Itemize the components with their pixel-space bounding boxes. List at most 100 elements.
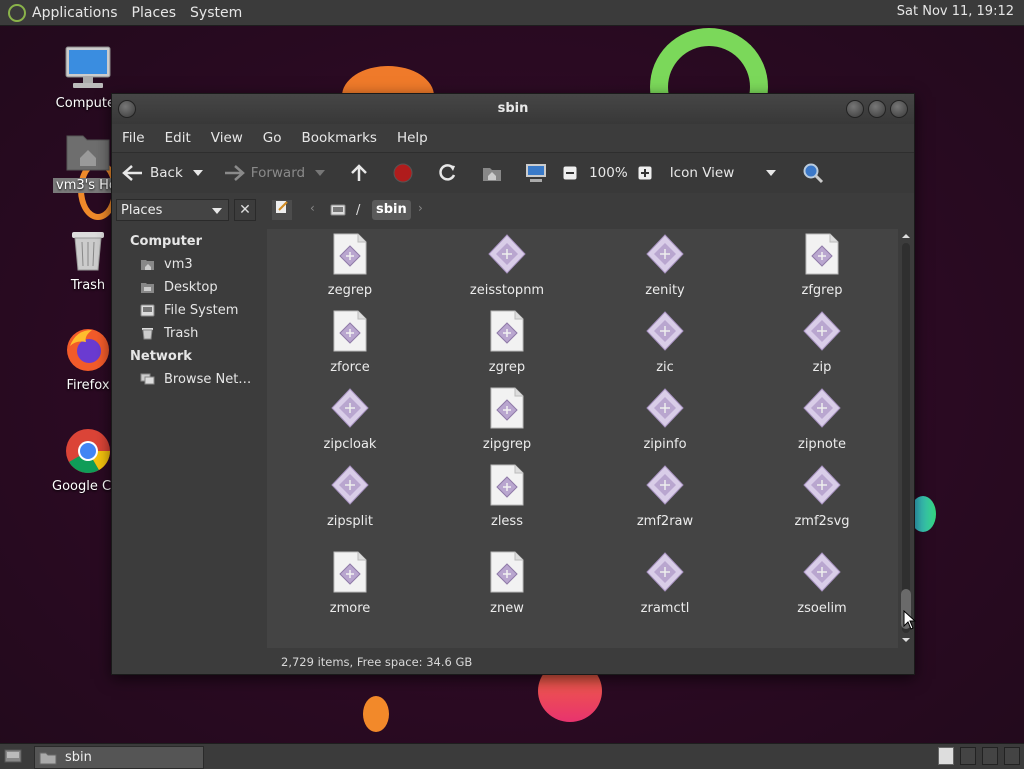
stop-button[interactable] [393,163,419,183]
scroll-up-arrow-icon[interactable] [899,231,913,241]
file-item[interactable]: zmf2svg [762,464,882,529]
chrome-icon [66,429,110,473]
vertical-scrollbar[interactable] [899,229,913,648]
back-history-dropdown[interactable] [192,169,209,177]
path-root-label: / [356,202,361,218]
window-titlebar[interactable]: sbin [112,94,914,124]
file-item[interactable]: zsoelim [762,551,882,616]
clock[interactable]: Sat Nov 11, 19:12 [897,4,1014,19]
path-current-button[interactable]: sbin [372,200,411,220]
menu-view[interactable]: View [211,130,243,146]
back-button[interactable]: Back [122,164,183,182]
sidebar-type-select[interactable]: Places [116,199,229,221]
desktop-folder-icon [141,283,154,293]
menu-help[interactable]: Help [397,130,428,146]
file-name: zsoelim [797,601,847,616]
close-sidebar-button[interactable]: ✕ [234,199,256,221]
workspace-switcher-1[interactable] [938,747,954,765]
file-item[interactable]: zipcloak [290,387,410,452]
file-manager-window: sbin File Edit View Go Bookmarks Help Ba… [111,93,915,675]
executable-icon [803,388,841,428]
panel-logo-icon[interactable] [8,3,26,22]
workspace-switcher-2[interactable] [960,747,976,765]
file-item[interactable]: zless [447,464,567,529]
show-desktop-button[interactable] [4,748,22,764]
home-button[interactable] [481,164,509,182]
sidebar-item-trash[interactable]: Trash [140,326,198,341]
file-name: zic [656,360,674,375]
file-item[interactable]: zipsplit [290,464,410,529]
sidebar-item-browse-network[interactable]: Browse Net… [140,372,251,387]
zoom-in-button[interactable] [638,166,658,180]
file-item[interactable]: zic [605,310,725,375]
executable-icon [331,465,369,505]
file-item[interactable]: zenity [605,233,725,298]
stop-icon [393,163,413,183]
file-item[interactable]: zfgrep [762,233,882,298]
close-button[interactable] [890,100,908,118]
file-item[interactable]: zip [762,310,882,375]
file-item[interactable]: zmore [290,551,410,616]
file-item[interactable]: zipnote [762,387,882,452]
file-item[interactable]: zipinfo [605,387,725,452]
taskbar-window-button[interactable]: sbin [34,746,204,769]
up-button[interactable] [349,163,375,183]
home-folder-icon [66,135,110,171]
computer-icon [65,46,111,88]
search-button[interactable] [802,162,830,184]
maximize-button[interactable] [868,100,886,118]
file-name: zforce [330,360,370,375]
file-item[interactable]: zeisstopnm [447,233,567,298]
network-icon [140,373,155,385]
sidebar-item-file-system[interactable]: File System [140,303,238,318]
zoom-level[interactable]: 100% [589,165,628,181]
path-scroll-right-button[interactable]: › [418,201,423,215]
file-item[interactable]: zgrep [447,310,567,375]
menu-file[interactable]: File [122,130,145,146]
file-item[interactable]: zramctl [605,551,725,616]
trash-icon [142,328,153,340]
zoom-out-icon [563,166,577,180]
sidebar-item-desktop[interactable]: Desktop [140,280,218,295]
workspace-switcher-4[interactable] [1004,747,1020,765]
bottom-panel: sbin [0,743,1024,769]
file-item[interactable]: zforce [290,310,410,375]
places-menu[interactable]: Places [132,5,177,21]
view-mode-label: Icon View [669,165,735,181]
trash-icon [72,232,104,271]
forward-button[interactable]: Forward [223,164,305,182]
wallpaper-small-orange-blob [363,696,389,732]
menu-edit[interactable]: Edit [165,130,191,146]
view-mode-select[interactable]: Icon View [670,165,783,181]
workspace-switcher-3[interactable] [982,747,998,765]
file-icon-view[interactable]: zegrep zeisstopnm zenity zfgrep zforce zgrep z… [267,229,898,648]
file-item[interactable]: zmf2raw [605,464,725,529]
zoom-in-icon [638,166,652,180]
toggle-location-entry-button[interactable] [272,200,292,220]
places-select-label: Places [121,203,163,218]
menu-bookmarks[interactable]: Bookmarks [302,130,377,146]
executable-icon [646,552,684,592]
scrollbar-trough[interactable] [902,243,910,633]
minimize-button[interactable] [846,100,864,118]
mouse-cursor-icon [903,610,917,630]
file-item[interactable]: zipgrep [447,387,567,452]
scroll-down-arrow-icon[interactable] [899,635,913,645]
file-name: zeisstopnm [469,283,545,298]
menu-go[interactable]: Go [263,130,282,146]
path-root-button[interactable]: / [330,199,360,221]
file-item[interactable]: zegrep [290,233,410,298]
file-item[interactable]: znew [447,551,567,616]
sidebar-item-vm3[interactable]: vm3 [140,257,193,272]
applications-menu[interactable]: Applications [32,5,118,21]
zoom-out-button[interactable] [563,166,583,180]
system-menu[interactable]: System [190,5,242,21]
reload-button[interactable] [437,163,463,183]
dropdown-arrow-icon [192,170,203,176]
executable-icon [488,234,526,274]
computer-button[interactable] [525,163,553,183]
path-scroll-left-button[interactable]: ‹ [310,201,315,215]
forward-history-dropdown[interactable] [315,169,331,177]
drive-icon [330,204,346,216]
location-bar: Places ✕ ‹ / sbin › [112,193,914,229]
